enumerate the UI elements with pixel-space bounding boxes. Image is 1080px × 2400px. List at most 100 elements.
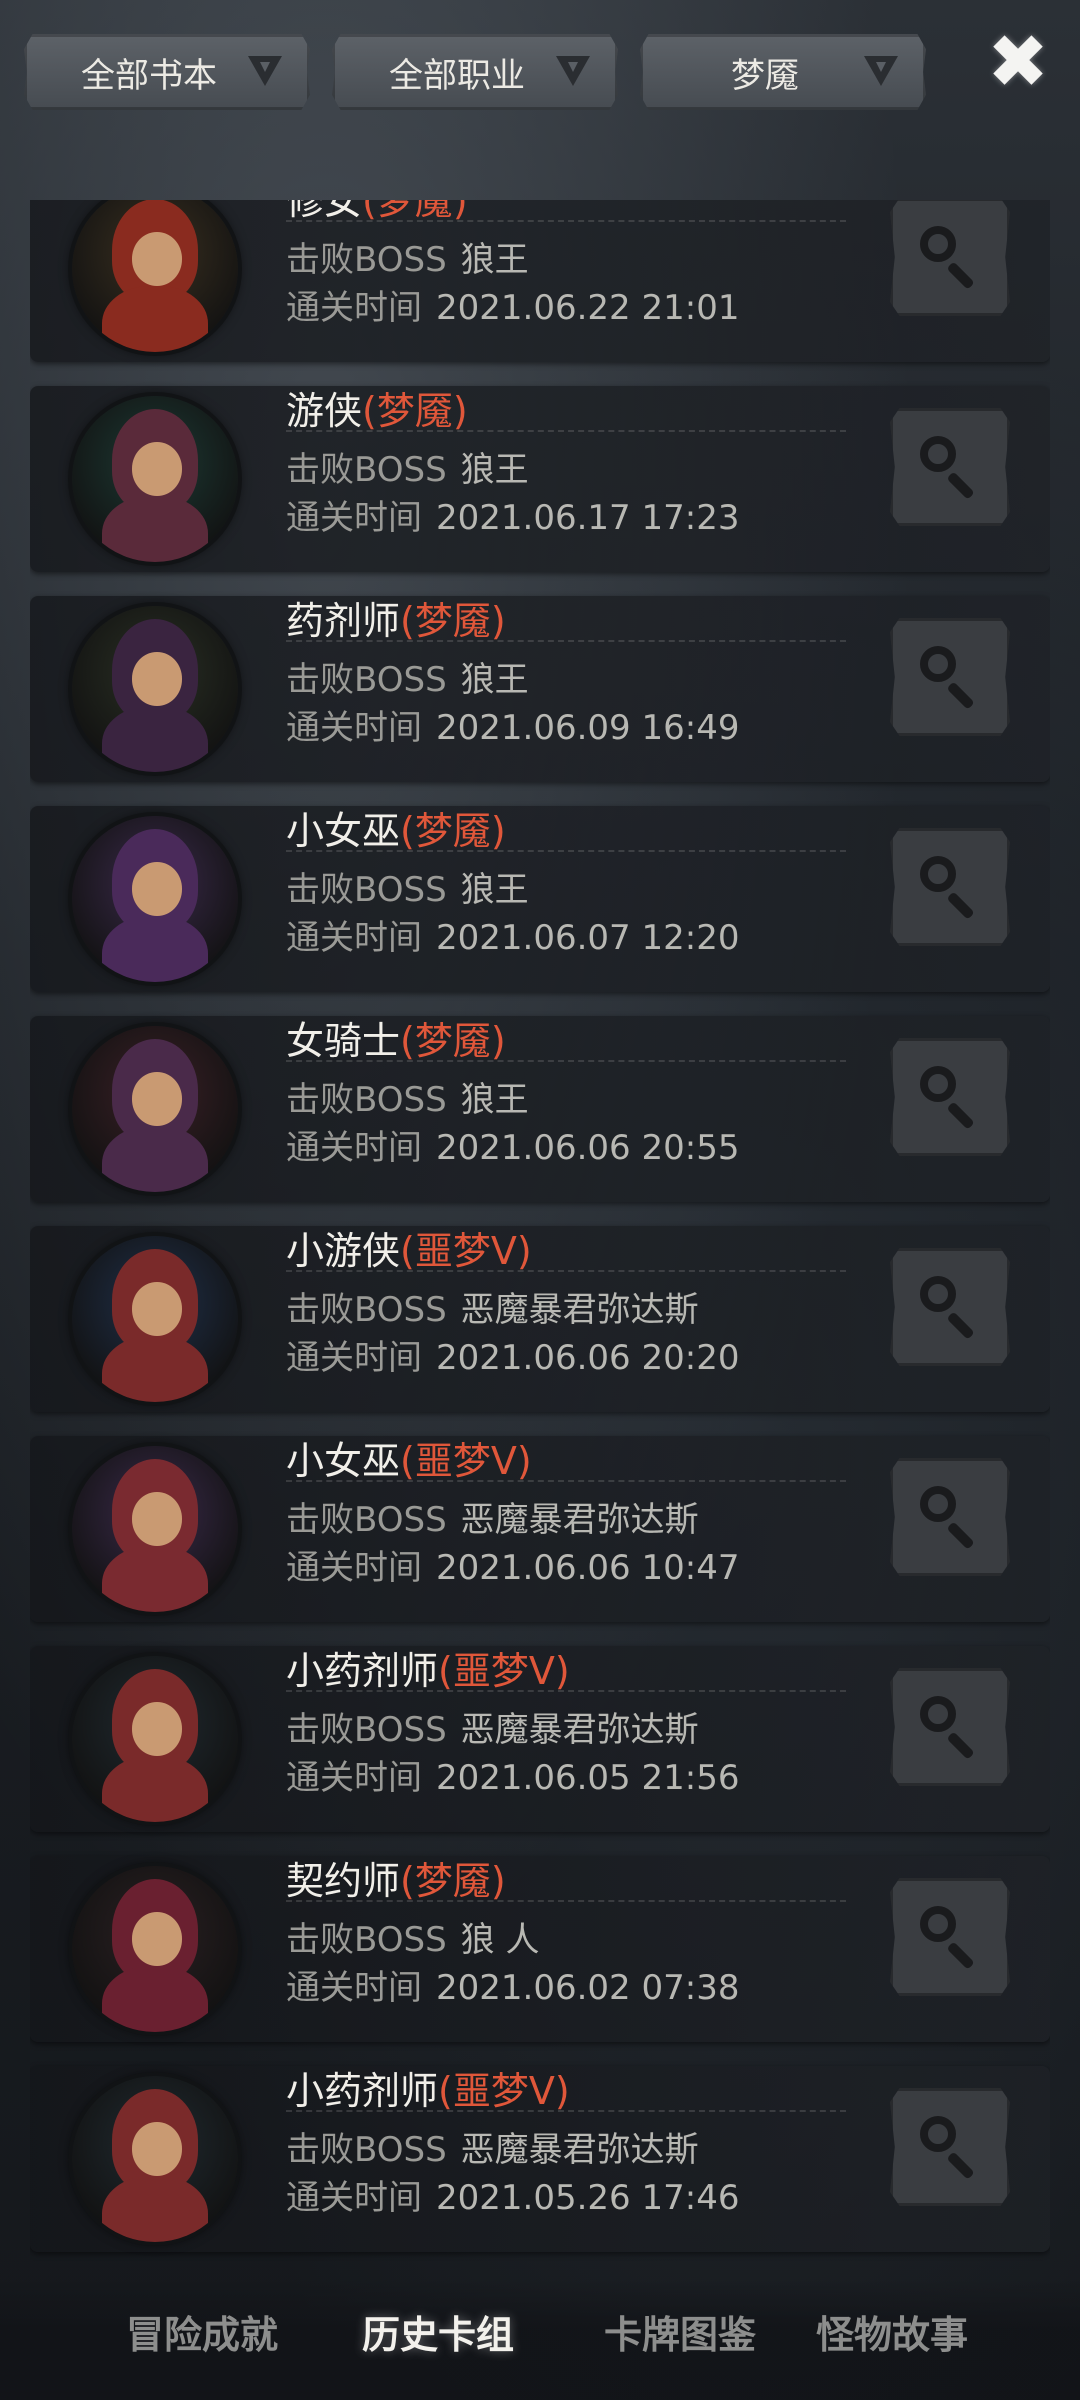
view-deck-button[interactable] bbox=[890, 2088, 1010, 2206]
history-record-row[interactable]: 小女巫(噩梦V) 击败BOSS 恶魔暴君弥达斯 通关时间 2021.06.06 10… bbox=[30, 1436, 1050, 1622]
clear-time-label: 通关时间 bbox=[286, 2178, 422, 2218]
character-name-line: 小药剂师(噩梦V) bbox=[286, 2060, 570, 2115]
view-deck-button[interactable] bbox=[890, 618, 1010, 736]
avatar-body bbox=[101, 495, 209, 562]
boss-line: 击败BOSS 恶魔暴君弥达斯 bbox=[286, 1492, 699, 1541]
clear-time-value: 2021.06.09 16:49 bbox=[436, 708, 740, 748]
character-name: 游侠 bbox=[286, 389, 363, 433]
avatar-body bbox=[101, 1335, 209, 1402]
character-avatar bbox=[72, 606, 238, 772]
avatar-face bbox=[131, 2122, 182, 2176]
character-avatar bbox=[72, 1866, 238, 2032]
boss-name: 恶魔暴君弥达斯 bbox=[460, 2130, 699, 2170]
avatar-face bbox=[131, 1912, 182, 1966]
difficulty-label: (噩梦V) bbox=[400, 1439, 532, 1483]
clear-time-value: 2021.06.17 17:23 bbox=[436, 498, 740, 538]
view-deck-button[interactable] bbox=[890, 408, 1010, 526]
clear-time-line: 通关时间 2021.06.06 20:20 bbox=[286, 1330, 739, 1379]
character-avatar bbox=[72, 2076, 238, 2242]
history-record-row[interactable]: 小女巫(梦魇) 击败BOSS 狼王 通关时间 2021.06.07 12:20 bbox=[30, 806, 1050, 992]
magnifier-handle bbox=[946, 1521, 975, 1550]
character-avatar bbox=[72, 200, 238, 352]
history-record-row[interactable]: 修女(梦魇) 击败BOSS 狼王 通关时间 2021.06.22 21:01 bbox=[30, 200, 1050, 362]
bottom-tab-bar: 冒险成就 历史卡组 卡牌图鉴 怪物故事 bbox=[0, 2280, 1080, 2400]
history-record-row[interactable]: 药剂师(梦魇) 击败BOSS 狼王 通关时间 2021.06.09 16:49 bbox=[30, 596, 1050, 782]
close-button[interactable]: ✖ bbox=[978, 22, 1058, 102]
difficulty-filter-dropdown[interactable]: 梦魇 bbox=[640, 34, 926, 110]
view-deck-button[interactable] bbox=[890, 1458, 1010, 1576]
boss-name: 狼王 bbox=[460, 870, 529, 910]
avatar-body bbox=[101, 705, 209, 772]
clear-time-label: 通关时间 bbox=[286, 1758, 422, 1798]
boss-line: 击败BOSS 恶魔暴君弥达斯 bbox=[286, 1282, 699, 1331]
history-record-row[interactable]: 小游侠(噩梦V) 击败BOSS 恶魔暴君弥达斯 通关时间 2021.06.06 20… bbox=[30, 1226, 1050, 1412]
dropdown-triangle-icon bbox=[248, 56, 282, 86]
difficulty-label: (梦魇) bbox=[400, 1859, 506, 1903]
magnifier-handle bbox=[946, 261, 975, 290]
history-deck-list[interactable]: 修女(梦魇) 击败BOSS 狼王 通关时间 2021.06.22 21:01 游侠(… bbox=[30, 200, 1050, 2280]
avatar-face bbox=[131, 1702, 182, 1756]
magnifier-ring bbox=[920, 436, 956, 472]
tab-history-decks[interactable]: 历史卡组 bbox=[362, 2304, 514, 2359]
character-name: 小游侠 bbox=[286, 1229, 401, 1273]
history-record-row[interactable]: 小药剂师(噩梦V) 击败BOSS 恶魔暴君弥达斯 通关时间 2021.06.05 2… bbox=[30, 1646, 1050, 1832]
view-deck-button[interactable] bbox=[890, 1248, 1010, 1366]
boss-line: 击败BOSS 狼王 bbox=[286, 232, 529, 281]
avatar-body bbox=[101, 2175, 209, 2242]
character-name-line: 游侠(梦魇) bbox=[286, 380, 468, 435]
boss-name: 狼王 bbox=[460, 1080, 529, 1120]
dropdown-triangle-icon bbox=[556, 56, 590, 86]
clear-time-label: 通关时间 bbox=[286, 1968, 422, 2008]
class-filter-label: 全部职业 bbox=[389, 55, 525, 96]
magnifier-handle bbox=[946, 1731, 975, 1760]
boss-label: 击败BOSS bbox=[286, 1920, 447, 1960]
tab-monster-stories[interactable]: 怪物故事 bbox=[816, 2304, 968, 2359]
view-deck-button[interactable] bbox=[890, 200, 1010, 316]
magnifier-ring bbox=[920, 856, 956, 892]
difficulty-label: (噩梦V) bbox=[400, 1229, 532, 1273]
clear-time-value: 2021.06.22 21:01 bbox=[436, 288, 740, 328]
divider bbox=[286, 1900, 846, 1902]
character-name: 小药剂师 bbox=[286, 2069, 439, 2113]
magnifier-handle bbox=[946, 471, 975, 500]
avatar-body bbox=[101, 1545, 209, 1612]
character-avatar bbox=[72, 1236, 238, 1402]
divider bbox=[286, 1060, 846, 1062]
boss-name: 狼王 bbox=[460, 240, 529, 280]
avatar-face bbox=[131, 232, 182, 286]
boss-line: 击败BOSS 狼 人 bbox=[286, 1912, 539, 1961]
boss-line: 击败BOSS 恶魔暴君弥达斯 bbox=[286, 1702, 699, 1751]
close-icon: ✖ bbox=[986, 19, 1049, 105]
magnifier-handle bbox=[946, 1101, 975, 1130]
magnifier-handle bbox=[946, 891, 975, 920]
boss-name: 恶魔暴君弥达斯 bbox=[460, 1500, 699, 1540]
book-filter-dropdown[interactable]: 全部书本 bbox=[24, 34, 310, 110]
class-filter-dropdown[interactable]: 全部职业 bbox=[332, 34, 618, 110]
history-record-row[interactable]: 小药剂师(噩梦V) 击败BOSS 恶魔暴君弥达斯 通关时间 2021.05.26 1… bbox=[30, 2066, 1050, 2252]
boss-label: 击败BOSS bbox=[286, 870, 447, 910]
magnifier-ring bbox=[920, 2116, 956, 2152]
boss-line: 击败BOSS 恶魔暴君弥达斯 bbox=[286, 2122, 699, 2171]
history-record-row[interactable]: 女骑士(梦魇) 击败BOSS 狼王 通关时间 2021.06.06 20:55 bbox=[30, 1016, 1050, 1202]
tab-achievements[interactable]: 冒险成就 bbox=[126, 2304, 278, 2359]
view-deck-button[interactable] bbox=[890, 1668, 1010, 1786]
history-record-row[interactable]: 游侠(梦魇) 击败BOSS 狼王 通关时间 2021.06.17 17:23 bbox=[30, 386, 1050, 572]
tab-card-gallery[interactable]: 卡牌图鉴 bbox=[604, 2304, 756, 2359]
dropdown-triangle-icon bbox=[864, 56, 898, 86]
view-deck-button[interactable] bbox=[890, 828, 1010, 946]
clear-time-line: 通关时间 2021.06.06 10:47 bbox=[286, 1540, 739, 1589]
clear-time-line: 通关时间 2021.06.07 12:20 bbox=[286, 910, 739, 959]
clear-time-value: 2021.05.26 17:46 bbox=[436, 2178, 740, 2218]
view-deck-button[interactable] bbox=[890, 1878, 1010, 1996]
divider bbox=[286, 2110, 846, 2112]
boss-line: 击败BOSS 狼王 bbox=[286, 442, 529, 491]
avatar-body bbox=[101, 285, 209, 352]
view-deck-button[interactable] bbox=[890, 1038, 1010, 1156]
character-name-line: 小药剂师(噩梦V) bbox=[286, 1640, 570, 1695]
divider bbox=[286, 220, 846, 222]
avatar-body bbox=[101, 1125, 209, 1192]
boss-label: 击败BOSS bbox=[286, 1080, 447, 1120]
clear-time-label: 通关时间 bbox=[286, 918, 422, 958]
history-record-row[interactable]: 契约师(梦魇) 击败BOSS 狼 人 通关时间 2021.06.02 07:38 bbox=[30, 1856, 1050, 2042]
boss-line: 击败BOSS 狼王 bbox=[286, 652, 529, 701]
